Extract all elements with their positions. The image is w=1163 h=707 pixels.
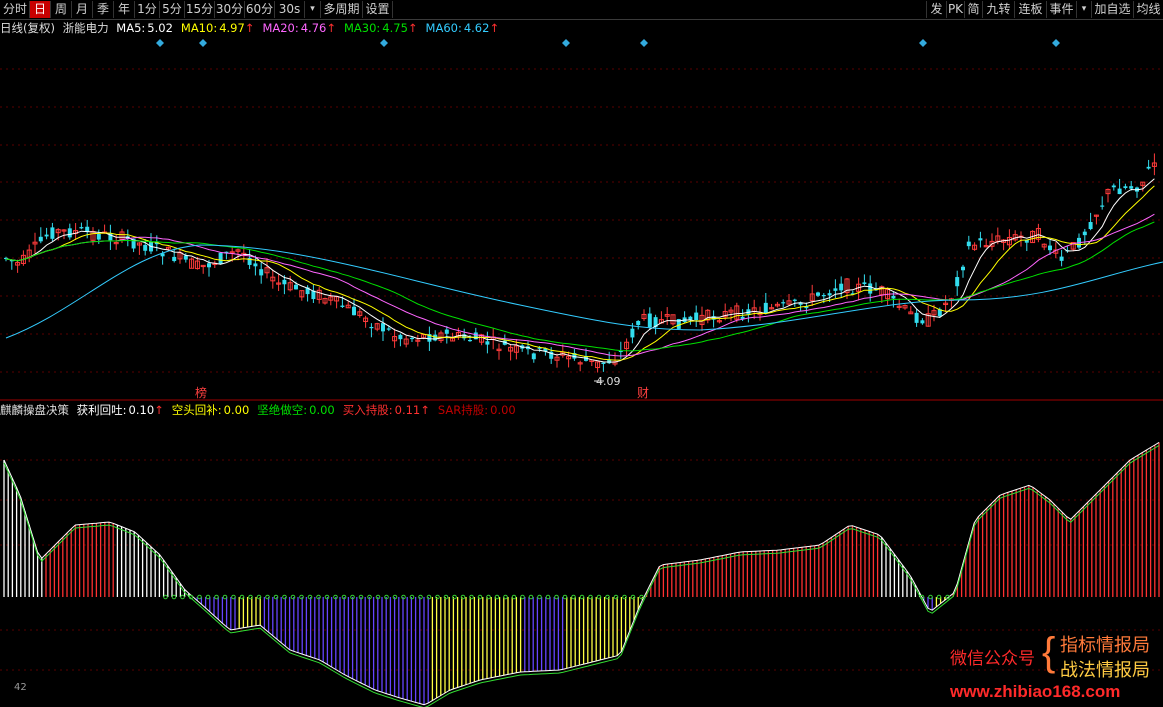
candle-body bbox=[833, 288, 838, 291]
candle-body bbox=[862, 282, 867, 285]
candle-body bbox=[207, 263, 211, 268]
watermark-url: www.zhibiao168.com bbox=[950, 682, 1121, 701]
ma10-line bbox=[5, 185, 1155, 361]
signal-diamond bbox=[1052, 39, 1060, 47]
zero-dot bbox=[180, 594, 185, 600]
watermark-wechat: 微信公众号 bbox=[950, 649, 1035, 668]
candle-body bbox=[1129, 186, 1134, 189]
candle-body bbox=[601, 362, 606, 364]
candle-body bbox=[630, 328, 635, 338]
candle-body bbox=[172, 256, 177, 262]
candle-body bbox=[218, 252, 223, 265]
tag-bang: 榜 bbox=[195, 385, 207, 400]
candle-body bbox=[961, 266, 965, 271]
candle-body bbox=[966, 241, 971, 247]
candle-body bbox=[44, 234, 49, 237]
candle-body bbox=[1048, 245, 1052, 251]
candle-body bbox=[827, 293, 832, 296]
candle-body bbox=[694, 312, 699, 321]
watermark-brace: { bbox=[1042, 630, 1056, 674]
zero-dot bbox=[171, 594, 177, 600]
zero-dot bbox=[545, 594, 551, 600]
signal-diamond bbox=[640, 39, 648, 47]
candle-body bbox=[468, 339, 472, 342]
candle-body bbox=[1111, 185, 1116, 188]
signal-diamond bbox=[380, 39, 388, 47]
candle-body bbox=[868, 283, 873, 294]
candle-body bbox=[914, 312, 919, 323]
candle-body bbox=[38, 236, 43, 242]
candle-body bbox=[1146, 166, 1151, 169]
candle-body bbox=[398, 334, 403, 340]
candle-body bbox=[386, 328, 391, 330]
candle-body bbox=[1082, 231, 1087, 236]
candle-body bbox=[50, 227, 55, 239]
candle-body bbox=[340, 305, 345, 307]
candle-body bbox=[781, 302, 786, 304]
candle-body bbox=[259, 269, 264, 276]
candle-body bbox=[955, 277, 960, 287]
candle-body bbox=[821, 295, 826, 297]
candle-body bbox=[67, 228, 72, 238]
candle-body bbox=[891, 295, 896, 299]
candle-body bbox=[1059, 256, 1064, 261]
candle-body bbox=[143, 244, 148, 251]
axis-value: 42 bbox=[14, 682, 27, 693]
watermark-line1: 指标情报局 bbox=[1060, 635, 1150, 655]
candle-body bbox=[410, 337, 414, 340]
candle-body bbox=[1100, 205, 1105, 207]
candle-body bbox=[183, 255, 188, 260]
candle-body bbox=[253, 263, 258, 267]
ma5-line bbox=[5, 178, 1155, 363]
candle-body bbox=[381, 323, 385, 332]
zero-dot bbox=[537, 594, 542, 600]
candle-body bbox=[79, 227, 84, 229]
signal-diamond bbox=[156, 39, 164, 47]
candle-body bbox=[647, 313, 652, 328]
candle-body bbox=[1117, 188, 1122, 195]
candle-body bbox=[816, 292, 820, 296]
candle-body bbox=[531, 353, 536, 360]
candle-body bbox=[96, 233, 101, 240]
candle-body bbox=[763, 302, 768, 314]
candle-body bbox=[444, 329, 449, 334]
watermark-line2: 战法情报局 bbox=[1060, 660, 1150, 680]
ma20-line bbox=[5, 213, 1155, 357]
kline-chart[interactable]: 4.09榜 财42 bbox=[0, 0, 1163, 707]
candle-body bbox=[369, 326, 374, 329]
candle-body bbox=[839, 283, 844, 291]
candle-body bbox=[792, 299, 797, 301]
signal-diamond bbox=[199, 39, 207, 47]
candle-body bbox=[352, 306, 356, 316]
candle-body bbox=[688, 316, 693, 320]
candle-body bbox=[1088, 222, 1093, 230]
tag-cai: 财 bbox=[637, 386, 649, 400]
zero-dot bbox=[528, 594, 534, 600]
signal-diamond bbox=[562, 39, 570, 47]
candle-body bbox=[978, 238, 983, 241]
candle-body bbox=[485, 341, 490, 345]
candle-body bbox=[920, 320, 925, 324]
candle-body bbox=[294, 284, 298, 290]
signal-diamond bbox=[919, 39, 927, 47]
candle-body bbox=[282, 279, 287, 285]
candle-body bbox=[636, 320, 641, 325]
candle-body bbox=[1123, 186, 1128, 189]
